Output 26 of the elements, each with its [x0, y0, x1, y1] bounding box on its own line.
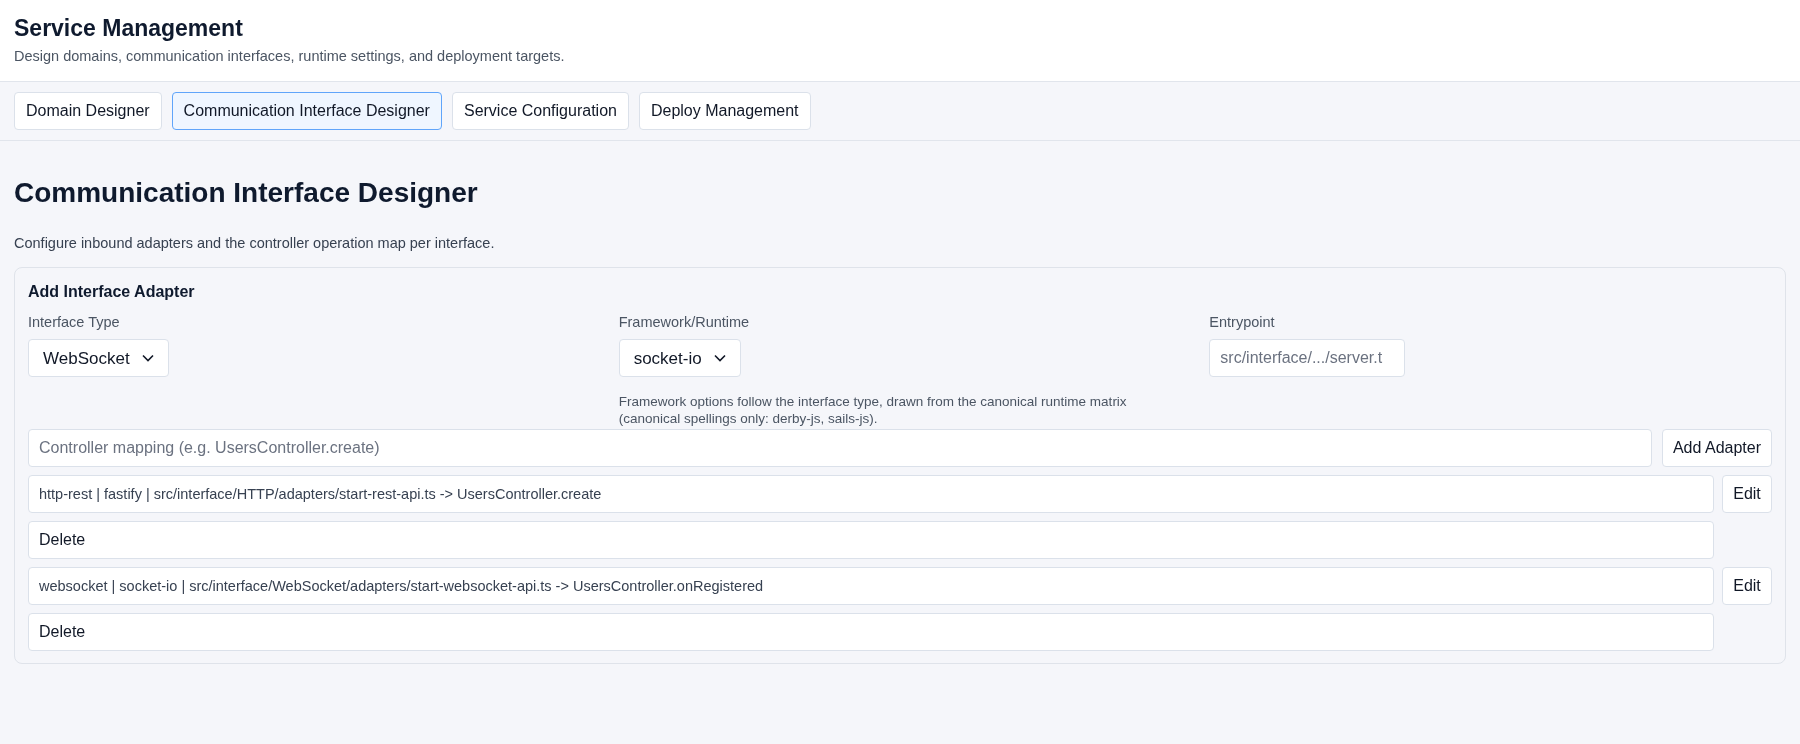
chevron-down-icon: [713, 354, 726, 363]
page-subtitle: Design domains, communication interfaces, runtime settings, and deployment targets.: [14, 47, 566, 66]
tab[interactable]: Domain Designer: [14, 91, 162, 130]
field-label: Interface Type: [28, 312, 121, 332]
edit-button[interactable]: Edit: [1722, 475, 1772, 514]
edit-button[interactable]: Edit: [1722, 567, 1772, 606]
entrypoint-field[interactable]: src/interface/.../server.t: [1209, 339, 1406, 378]
page-title: Service Management: [14, 14, 244, 42]
delete-button[interactable]: Delete: [28, 521, 1714, 560]
controller-mapping-field[interactable]: Controller mapping (e.g. UsersController.create): [28, 429, 1652, 468]
card-title: Add Interface Adapter: [28, 281, 196, 302]
help-text: Framework options follow the interface type, drawn from the canonical runtime matrix (canonical spellings only: derby-js, sails-js).: [618, 393, 1128, 428]
tab[interactable]: Communication Interface Designer: [171, 91, 442, 130]
adapter-field[interactable]: http-rest | fastify | src/interface/HTTP/adapters/start-rest-api.ts -> UsersController.create: [28, 475, 1714, 514]
dropdown[interactable]: socket-io: [618, 339, 741, 378]
tab[interactable]: Deploy Management: [638, 91, 811, 130]
delete-button[interactable]: Delete: [28, 613, 1714, 652]
field-label: Entrypoint: [1209, 312, 1276, 332]
tab[interactable]: Service Configuration: [451, 91, 629, 130]
field-label: Framework/Runtime: [618, 312, 751, 332]
section-title: Communication Interface Designer: [14, 175, 479, 210]
dropdown[interactable]: WebSocket: [28, 339, 169, 378]
add-adapter-button[interactable]: Add Adapter: [1661, 429, 1772, 468]
chevron-down-icon: [141, 354, 154, 363]
section-description: Configure inbound adapters and the controller operation map per interface.: [14, 233, 496, 253]
adapter-field[interactable]: websocket | socket-io | src/interface/WebSocket/adapters/start-websocket-api.ts -> UsersController.onRegistered: [28, 567, 1714, 606]
